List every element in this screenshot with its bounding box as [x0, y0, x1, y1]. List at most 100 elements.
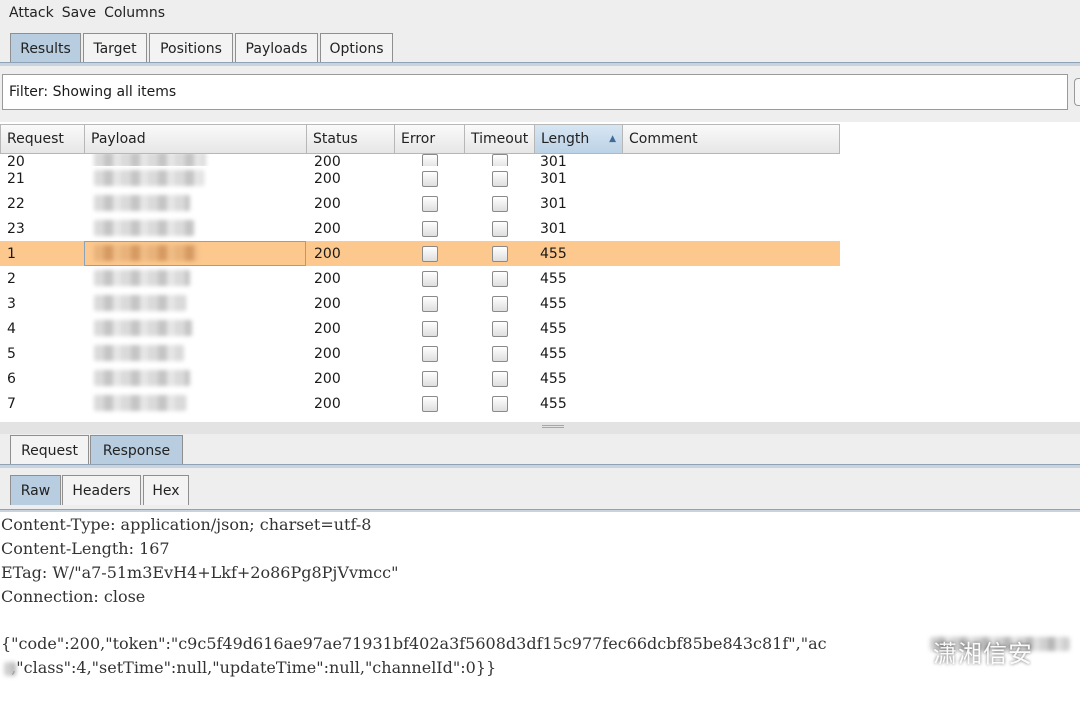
- cell-status: 200: [314, 295, 341, 312]
- redacted-payload: [94, 154, 206, 166]
- table-row[interactable]: 4 200 455: [0, 316, 840, 341]
- menu-bar: Attack Save Columns: [0, 0, 1080, 26]
- cell-request: 3: [7, 295, 16, 312]
- cell-request-cell: 2: [0, 266, 85, 291]
- column-header-payload[interactable]: Payload: [85, 124, 307, 154]
- cell-status-cell: 200: [307, 316, 395, 341]
- cell-request: 6: [7, 370, 16, 387]
- column-header-timeout[interactable]: Timeout: [465, 124, 535, 154]
- table-header: Request Payload Status Error Timeout Len…: [0, 124, 840, 154]
- filter-options-button[interactable]: [1074, 78, 1080, 106]
- tab-options[interactable]: Options: [320, 33, 393, 63]
- cell-length: 455: [540, 245, 567, 262]
- cell-status-cell: 200: [307, 366, 395, 391]
- column-header-request[interactable]: Request: [0, 124, 85, 154]
- filter-label: Filter: Showing all items: [9, 84, 177, 100]
- cell-length-cell: 301: [533, 166, 621, 191]
- redacted-payload: [94, 395, 186, 411]
- error-checkbox-cell: [395, 391, 465, 416]
- menu-columns[interactable]: Columns: [104, 5, 165, 21]
- error-checkbox: [422, 345, 438, 362]
- table-row[interactable]: 6 200 455: [0, 366, 840, 391]
- view-tab-bar: Raw Headers Hex: [0, 468, 1080, 512]
- tab-target[interactable]: Target: [83, 33, 147, 63]
- cell-status-cell: 200: [307, 291, 395, 316]
- cell-request-cell: 6: [0, 366, 85, 391]
- menu-save[interactable]: Save: [62, 5, 96, 21]
- cell-request: 1: [7, 245, 16, 262]
- tab-response[interactable]: Response: [90, 435, 183, 465]
- timeout-checkbox: [492, 295, 508, 312]
- cell-length-cell: 455: [533, 391, 621, 416]
- wechat-icon: [894, 638, 925, 664]
- cell-length-cell: 455: [533, 291, 621, 316]
- column-header-status[interactable]: Status: [307, 124, 395, 154]
- timeout-checkbox: [492, 245, 508, 262]
- cell-status: 200: [314, 345, 341, 362]
- menu-attack[interactable]: Attack: [9, 5, 54, 21]
- watermark: 潇湘信安: [893, 634, 1033, 669]
- tab-raw[interactable]: Raw: [10, 475, 61, 505]
- table-row[interactable]: 21 200 301: [0, 166, 840, 191]
- cell-length-cell: 455: [533, 366, 621, 391]
- redacted-payload: [94, 195, 190, 211]
- column-header-length-label: Length: [541, 131, 590, 147]
- error-checkbox: [422, 154, 438, 166]
- redacted-payload: [94, 270, 190, 286]
- column-header-error[interactable]: Error: [395, 124, 465, 154]
- error-checkbox-cell: [395, 366, 465, 391]
- redacted-area: [4, 662, 16, 676]
- response-line: ETag: W/"a7-51m3EvH4+Lkf+2o86Pg8PjVvmcc": [1, 563, 399, 582]
- tab-request[interactable]: Request: [10, 435, 89, 465]
- table-row[interactable]: 7 200 455: [0, 391, 840, 416]
- cell-status-cell: 200: [307, 191, 395, 216]
- cell-request: 21: [7, 170, 25, 187]
- cell-length-cell: 301: [533, 154, 621, 166]
- tab-payloads[interactable]: Payloads: [235, 33, 318, 63]
- table-row[interactable]: 1 200 455: [0, 241, 840, 266]
- error-checkbox-cell: [395, 266, 465, 291]
- table-row[interactable]: 5 200 455: [0, 341, 840, 366]
- column-header-length[interactable]: Length ▲: [535, 124, 623, 154]
- cell-status-cell: 200: [307, 241, 395, 266]
- cell-request: 5: [7, 345, 16, 362]
- sort-ascending-icon: ▲: [609, 134, 616, 144]
- cell-status: 200: [314, 270, 341, 287]
- table-row[interactable]: 2 200 455: [0, 266, 840, 291]
- response-raw-view[interactable]: Content-Type: application/json; charset=…: [0, 512, 1080, 701]
- cell-length-cell: 455: [533, 341, 621, 366]
- cell-request-cell: 4: [0, 316, 85, 341]
- tab-hex[interactable]: Hex: [143, 475, 189, 505]
- timeout-checkbox-cell: [465, 341, 535, 366]
- cell-length: 455: [540, 320, 567, 337]
- tab-results[interactable]: Results: [10, 33, 81, 63]
- cell-status: 200: [314, 195, 341, 212]
- tab-headers[interactable]: Headers: [62, 475, 141, 505]
- timeout-checkbox-cell: [465, 241, 535, 266]
- column-header-comment[interactable]: Comment: [623, 124, 840, 154]
- timeout-checkbox: [492, 195, 508, 212]
- redacted-payload: [94, 170, 204, 186]
- timeout-checkbox: [492, 395, 508, 412]
- cell-request: 23: [7, 220, 25, 237]
- cell-length: 301: [540, 220, 567, 237]
- timeout-checkbox: [492, 370, 508, 387]
- cell-status: 200: [314, 320, 341, 337]
- focused-cell: [84, 241, 306, 266]
- table-row[interactable]: 3 200 455: [0, 291, 840, 316]
- error-checkbox-cell: [395, 154, 465, 166]
- tab-positions[interactable]: Positions: [149, 33, 233, 63]
- table-row[interactable]: 22 200 301: [0, 191, 840, 216]
- cell-request: 7: [7, 395, 16, 412]
- cell-status: 200: [314, 245, 341, 262]
- pane-splitter[interactable]: [0, 422, 1080, 434]
- timeout-checkbox-cell: [465, 266, 535, 291]
- table-row[interactable]: 23 200 301: [0, 216, 840, 241]
- table-row[interactable]: 20 200 301: [0, 154, 840, 166]
- cell-status: 200: [314, 170, 341, 187]
- filter-bar[interactable]: Filter: Showing all items: [2, 74, 1068, 110]
- error-checkbox-cell: [395, 291, 465, 316]
- error-checkbox: [422, 195, 438, 212]
- cell-request: 2: [7, 270, 16, 287]
- response-line: Connection: close: [1, 587, 146, 606]
